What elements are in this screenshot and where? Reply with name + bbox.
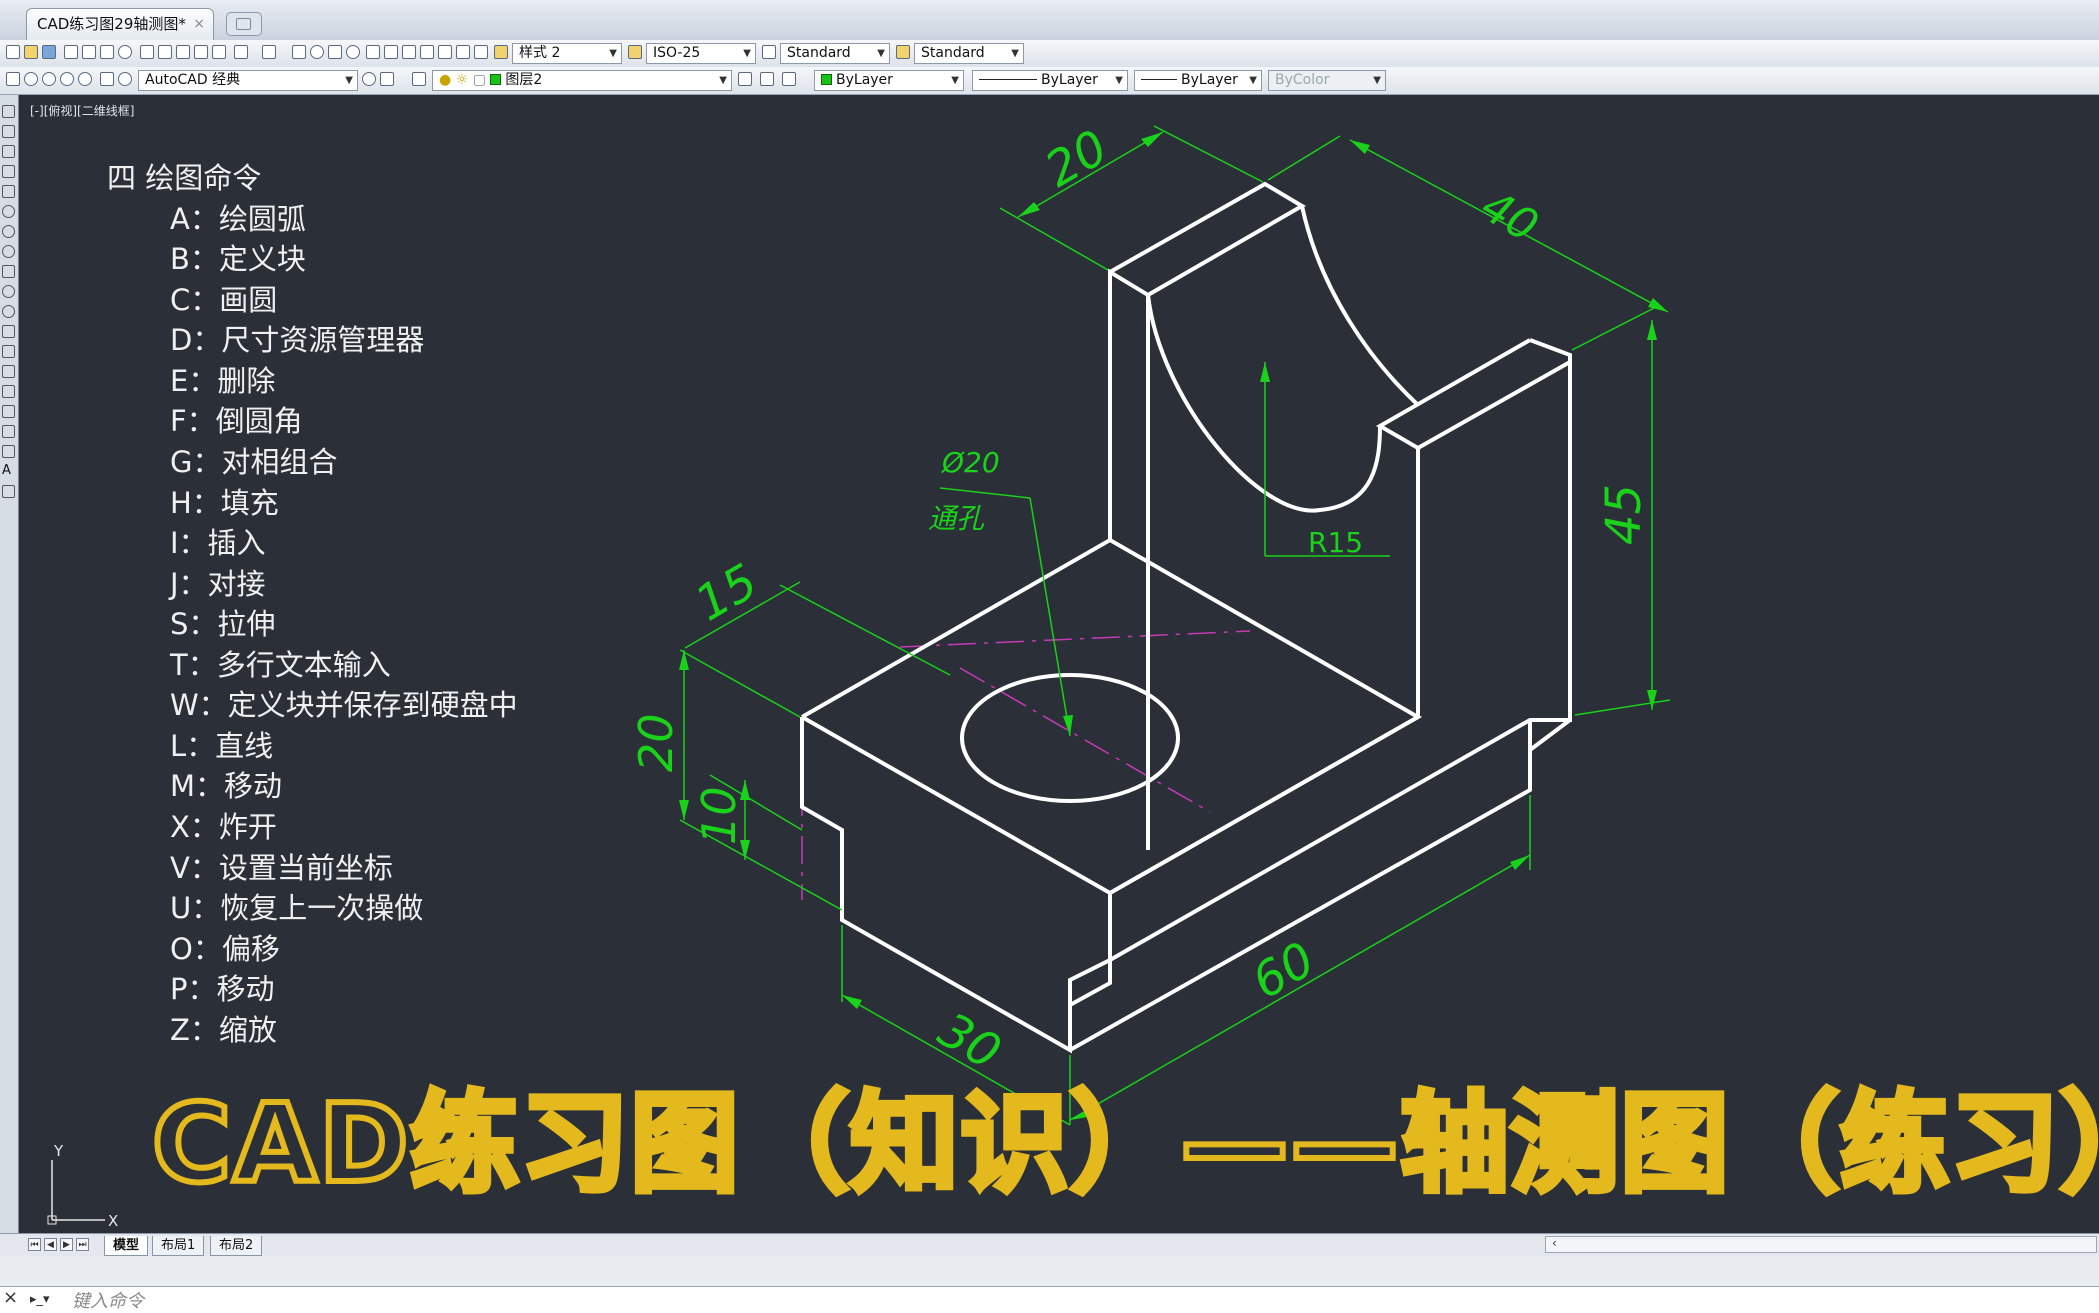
dim-text-top-width: 20 bbox=[1036, 119, 1117, 198]
dim-text-base-height: 20 bbox=[629, 713, 683, 772]
tab-layout2[interactable]: 布局2 bbox=[210, 1236, 263, 1256]
base-step-edge bbox=[1069, 960, 1112, 1007]
upright-top-left bbox=[1109, 181, 1306, 297]
prev-tab-icon[interactable]: ◀ bbox=[44, 1238, 57, 1251]
center-line bbox=[899, 630, 1251, 648]
arrow-head bbox=[1141, 132, 1163, 147]
ext-line bbox=[1571, 304, 1661, 351]
dim-text-step-height: 10 bbox=[692, 786, 746, 845]
title-banner: CAD练习图（知识）——轴测图（练习） bbox=[149, 1079, 2099, 1210]
upright-left-edge bbox=[1108, 268, 1150, 850]
dim-text-base-step: 15 bbox=[686, 553, 767, 632]
ext-line bbox=[779, 584, 951, 676]
center-lines bbox=[801, 630, 1251, 900]
arrow-head bbox=[842, 995, 862, 1009]
dimension-texts: 20 40 45 R15 Ø20 通孔 15 20 10 30 60 bbox=[629, 119, 1652, 1081]
hole-leader-shoulder bbox=[939, 487, 1031, 499]
arrow-head bbox=[1350, 140, 1370, 154]
last-tab-icon[interactable]: ⏭ bbox=[76, 1238, 89, 1251]
dimension-lines bbox=[679, 125, 1671, 1126]
command-line: × ▸_▾ bbox=[0, 1286, 2099, 1313]
ucs-y-label: Y bbox=[53, 1142, 64, 1160]
arrow-head bbox=[1260, 362, 1270, 382]
through-hole-ellipse bbox=[960, 673, 1180, 803]
arrow-head bbox=[679, 800, 689, 820]
tab-model[interactable]: 模型 bbox=[104, 1236, 149, 1256]
dim-text-front-width: 30 bbox=[929, 1002, 1010, 1081]
layout-tab-bar: ⏮ ◀ ▶ ⏭ 模型 布局1 布局2 ‹ bbox=[0, 1233, 2099, 1257]
ext-line bbox=[1574, 699, 1671, 716]
arrow-head bbox=[679, 650, 689, 670]
first-tab-icon[interactable]: ⏮ bbox=[28, 1238, 41, 1251]
ext-line bbox=[999, 207, 1109, 271]
dim-text-total-height: 45 bbox=[1596, 484, 1652, 545]
ext-line bbox=[1153, 125, 1264, 183]
command-line-panel: × ▸_▾ bbox=[0, 1256, 2099, 1313]
ext-line bbox=[1267, 135, 1341, 181]
tab-layout1[interactable]: 布局1 bbox=[152, 1236, 205, 1256]
base-bottom-right-edge bbox=[1069, 718, 1572, 1052]
semicircle-cutout-front bbox=[1146, 294, 1382, 513]
horizontal-scrollbar[interactable]: ‹ bbox=[1545, 1236, 2097, 1253]
base-top-face bbox=[801, 537, 1423, 896]
scroll-left-arrow[interactable]: ‹ bbox=[1552, 1236, 1557, 1250]
dim-text-hole-diameter: Ø20 bbox=[941, 446, 1000, 479]
object-outline bbox=[800, 181, 1572, 1054]
hole-leader bbox=[1029, 497, 1071, 737]
ucs-icon: Y X bbox=[47, 1142, 118, 1230]
dim-text-depth: 40 bbox=[1473, 180, 1547, 252]
arrow-head bbox=[1647, 320, 1657, 340]
dim-text-radius: R15 bbox=[1308, 526, 1363, 559]
arrow-head bbox=[1018, 202, 1040, 217]
base-right-face bbox=[1109, 338, 1572, 962]
dim-text-hole-note: 通孔 bbox=[928, 502, 985, 535]
next-tab-icon[interactable]: ▶ bbox=[60, 1238, 73, 1251]
command-input[interactable] bbox=[70, 1289, 1574, 1313]
close-icon[interactable]: × bbox=[3, 1287, 18, 1308]
command-prompt-icon[interactable]: ▸_▾ bbox=[30, 1292, 50, 1307]
cad-application: CAD练习图29轴测图* × 样式 2 ▼ ISO-25 ▼ Standard … bbox=[0, 0, 2099, 1313]
ucs-x-label: X bbox=[108, 1212, 118, 1230]
arrow-head bbox=[1063, 715, 1073, 736]
arrow-head bbox=[1510, 855, 1530, 870]
semicircle-cutout-back bbox=[1300, 205, 1420, 407]
ext-line bbox=[679, 649, 801, 718]
arrow-head bbox=[1647, 690, 1657, 710]
base-right-edge bbox=[1109, 715, 1419, 895]
upright-right-edge bbox=[1417, 360, 1571, 450]
